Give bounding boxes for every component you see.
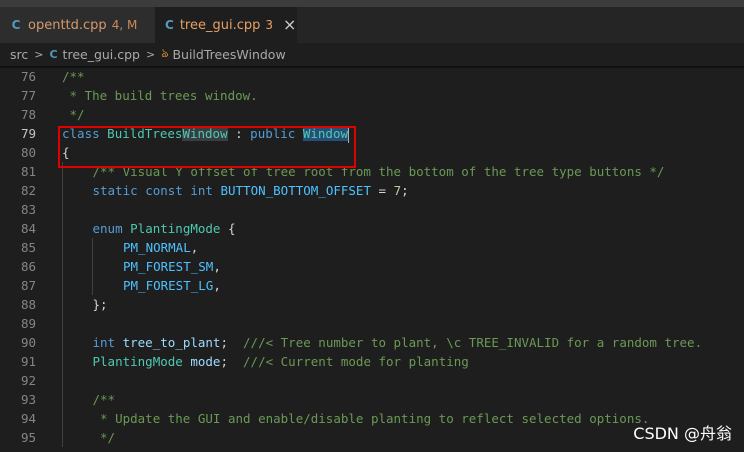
cpp-file-icon: C [11,18,21,32]
code-text: /** [92,392,116,407]
line-number: 92 [20,373,36,388]
tab-bar: C openttd.cpp 4, M C tree_gui.cpp 3 × [0,7,744,43]
code-line[interactable]: 87 PM_FOREST_LG, [0,276,744,295]
line-number: 76 [20,69,36,84]
code-line[interactable]: 88}; [0,295,744,314]
line-number: 87 [20,278,36,293]
tab-tree-gui-cpp[interactable]: C tree_gui.cpp 3 × [155,7,297,43]
title-bar [0,0,744,7]
line-number: 88 [20,297,36,312]
code-line[interactable]: 93 /** [0,390,744,409]
line-number: 90 [20,335,36,350]
code-text: }; [92,297,108,312]
code-text: * Update the GUI and enable/disable plan… [92,411,650,426]
line-number: 93 [20,392,36,407]
tab-openttd-cpp[interactable]: C openttd.cpp 4, M [0,7,155,43]
code-text: * The build trees window. [62,88,258,103]
code-text: PM_FOREST_LG, [123,278,221,293]
cpp-file-icon: C [165,18,174,32]
tab-badge: 3 [265,18,273,32]
line-number: 80 [20,145,36,160]
watermark: CSDN @舟翁 [633,424,732,443]
code-text: static const int BUTTON_BOTTOM_OFFSET = … [92,183,409,198]
breadcrumb-symbol[interactable]: BuildTreesWindow [172,47,285,62]
line-number: 89 [20,316,36,331]
line-number: 85 [20,240,36,255]
breadcrumb: src > C tree_gui.cpp > ঌ BuildTreesWindo… [0,43,744,66]
line-number: 79 [20,126,36,141]
code-text: PlantingMode mode; ///< Current mode for… [92,354,469,369]
code-line[interactable]: 90 int tree_to_plant; ///< Tree number to… [0,333,744,352]
chevron-right-icon: > [146,48,156,61]
code-line[interactable]: 77 * The build trees window. [0,86,744,105]
line-number: 83 [20,202,36,217]
chevron-right-icon: > [34,48,44,61]
code-line[interactable]: 76 /** [0,67,744,86]
code-text: /** [62,69,85,84]
code-line[interactable]: 83 [0,200,744,219]
tab-badge: 4, M [111,18,138,32]
line-number: 82 [20,183,36,198]
code-line[interactable]: 92 [0,371,744,390]
tab-label: tree_gui.cpp [179,17,261,33]
line-number: 91 [20,354,36,369]
class-symbol-icon: ঌ [161,45,169,60]
code-line[interactable]: 82 static const int BUTTON_BOTTOM_OFFSET … [0,181,744,200]
code-line[interactable]: 91 PlantingMode mode; ///< Current mode f… [0,352,744,371]
cpp-file-icon: C [49,48,58,61]
code-text: PM_FOREST_SM, [123,259,221,274]
breadcrumb-file[interactable]: tree_gui.cpp [63,47,140,62]
code-line[interactable]: 86 PM_FOREST_SM, [0,257,744,276]
code-text: int tree_to_plant; ///< Tree number to p… [92,335,703,350]
breadcrumb-folder[interactable]: src [10,47,28,62]
code-text: PM_NORMAL, [123,240,199,255]
code-editor[interactable]: 76/** 77 * The build trees window. 78 */79… [0,66,744,452]
tab-label: openttd.cpp [28,17,107,33]
code-text: */ [92,430,116,445]
line-number: 86 [20,259,36,274]
line-number: 81 [20,164,36,179]
line-number: 94 [20,411,36,426]
line-number: 84 [20,221,36,236]
close-icon[interactable]: × [283,17,296,33]
line-number: 78 [20,107,36,122]
indent-guide [62,162,63,447]
code-text: */ [62,107,85,122]
line-number: 77 [20,88,36,103]
code-line[interactable]: 84 enum PlantingMode { [0,219,744,238]
code-text: enum PlantingMode { [92,221,236,236]
code-line[interactable]: 78 */ [0,105,744,124]
highlight-annotation-box [58,126,356,168]
line-number: 95 [20,430,36,445]
code-line[interactable]: 89 [0,314,744,333]
code-line[interactable]: 85 PM_NORMAL, [0,238,744,257]
indent-guide [92,238,93,295]
